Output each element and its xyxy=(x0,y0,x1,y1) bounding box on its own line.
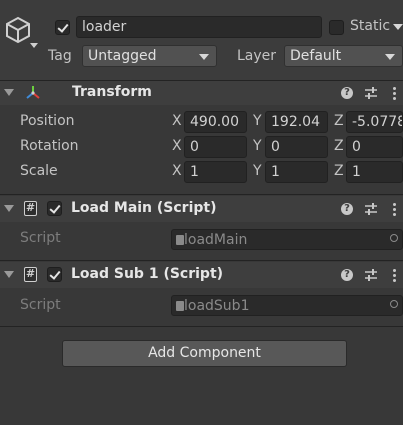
scale-x-axis-label[interactable]: X xyxy=(172,163,182,179)
layer-value: Default xyxy=(290,48,342,64)
load-main-foldout-icon[interactable] xyxy=(4,205,14,212)
position-y-axis-label[interactable]: Y xyxy=(253,113,262,129)
layer-label: Layer xyxy=(237,48,277,64)
gameobject-header xyxy=(0,0,403,80)
scale-label: Scale xyxy=(20,163,58,179)
active-toggle[interactable] xyxy=(55,20,70,35)
load-main-script-label: Script xyxy=(20,230,61,246)
load-sub1-script-label: Script xyxy=(20,297,61,313)
presets-icon[interactable] xyxy=(364,86,378,104)
divider xyxy=(0,194,403,195)
scale-z-axis-label[interactable]: Z xyxy=(334,163,344,179)
add-component-button[interactable]: Add Component xyxy=(62,340,347,367)
static-toggle[interactable] xyxy=(329,20,344,35)
load-sub1-foldout-icon[interactable] xyxy=(4,271,14,278)
rotation-z-field[interactable]: 0 xyxy=(346,136,403,158)
divider xyxy=(0,260,403,261)
rotation-z-axis-label[interactable]: Z xyxy=(334,138,344,154)
script-file-icon xyxy=(176,235,184,245)
presets-icon[interactable] xyxy=(364,268,378,286)
rotation-x-axis-label[interactable]: X xyxy=(172,138,182,154)
position-z-axis-label[interactable]: Z xyxy=(334,113,344,129)
rotation-label: Rotation xyxy=(20,138,79,154)
help-icon[interactable]: ? xyxy=(341,203,353,215)
presets-icon[interactable] xyxy=(364,202,378,220)
rotation-x-field[interactable]: 0 xyxy=(184,136,247,158)
layer-dropdown[interactable]: Default xyxy=(284,45,403,67)
position-z-field[interactable]: -5.0778 xyxy=(346,111,403,133)
load-main-enabled-toggle[interactable] xyxy=(47,201,62,216)
position-y-field[interactable]: 192.04 xyxy=(265,111,328,133)
rotation-y-field[interactable]: 0 xyxy=(265,136,328,158)
transform-axis-icon xyxy=(24,84,42,106)
scale-y-field[interactable]: 1 xyxy=(265,161,328,183)
gameobject-cube-icon xyxy=(5,16,31,48)
static-dropdown-arrow-icon[interactable] xyxy=(393,24,403,30)
transform-foldout-icon[interactable] xyxy=(4,89,14,96)
kebab-menu-icon[interactable] xyxy=(393,269,396,284)
load-main-title: Load Main (Script) xyxy=(71,200,217,216)
kebab-menu-icon[interactable] xyxy=(393,87,396,102)
chevron-down-icon xyxy=(199,54,209,60)
load-sub1-title: Load Sub 1 (Script) xyxy=(71,266,224,282)
load-main-script-value: loadMain xyxy=(184,232,248,248)
help-icon[interactable]: ? xyxy=(341,269,353,281)
rotation-y-axis-label[interactable]: Y xyxy=(253,138,262,154)
object-name-field[interactable]: loader xyxy=(76,16,322,38)
tag-value: Untagged xyxy=(88,48,157,64)
script-file-icon xyxy=(176,301,184,311)
load-sub1-script-field[interactable]: loadSub1 xyxy=(171,295,403,316)
icon-dropdown-arrow-icon[interactable] xyxy=(30,43,38,48)
object-picker-icon[interactable] xyxy=(390,234,398,242)
kebab-menu-icon[interactable] xyxy=(393,203,396,218)
tag-dropdown[interactable]: Untagged xyxy=(82,45,217,67)
help-icon[interactable]: ? xyxy=(341,87,353,99)
chevron-down-icon xyxy=(385,54,395,60)
object-picker-icon[interactable] xyxy=(390,300,398,308)
position-label: Position xyxy=(20,113,75,129)
scale-z-field[interactable]: 1 xyxy=(346,161,403,183)
transform-title: Transform xyxy=(72,84,152,100)
static-label: Static xyxy=(350,18,391,34)
divider xyxy=(0,326,403,327)
scale-x-field[interactable]: 1 xyxy=(184,161,247,183)
tag-label: Tag xyxy=(48,48,72,64)
script-icon: # xyxy=(24,201,37,216)
position-x-field[interactable]: 490.00 xyxy=(184,111,247,133)
load-main-script-field[interactable]: loadMain xyxy=(171,229,403,250)
load-sub1-script-value: loadSub1 xyxy=(184,298,250,314)
script-icon: # xyxy=(24,267,37,282)
scale-y-axis-label[interactable]: Y xyxy=(253,163,262,179)
position-x-axis-label[interactable]: X xyxy=(172,113,182,129)
load-sub1-enabled-toggle[interactable] xyxy=(47,267,62,282)
